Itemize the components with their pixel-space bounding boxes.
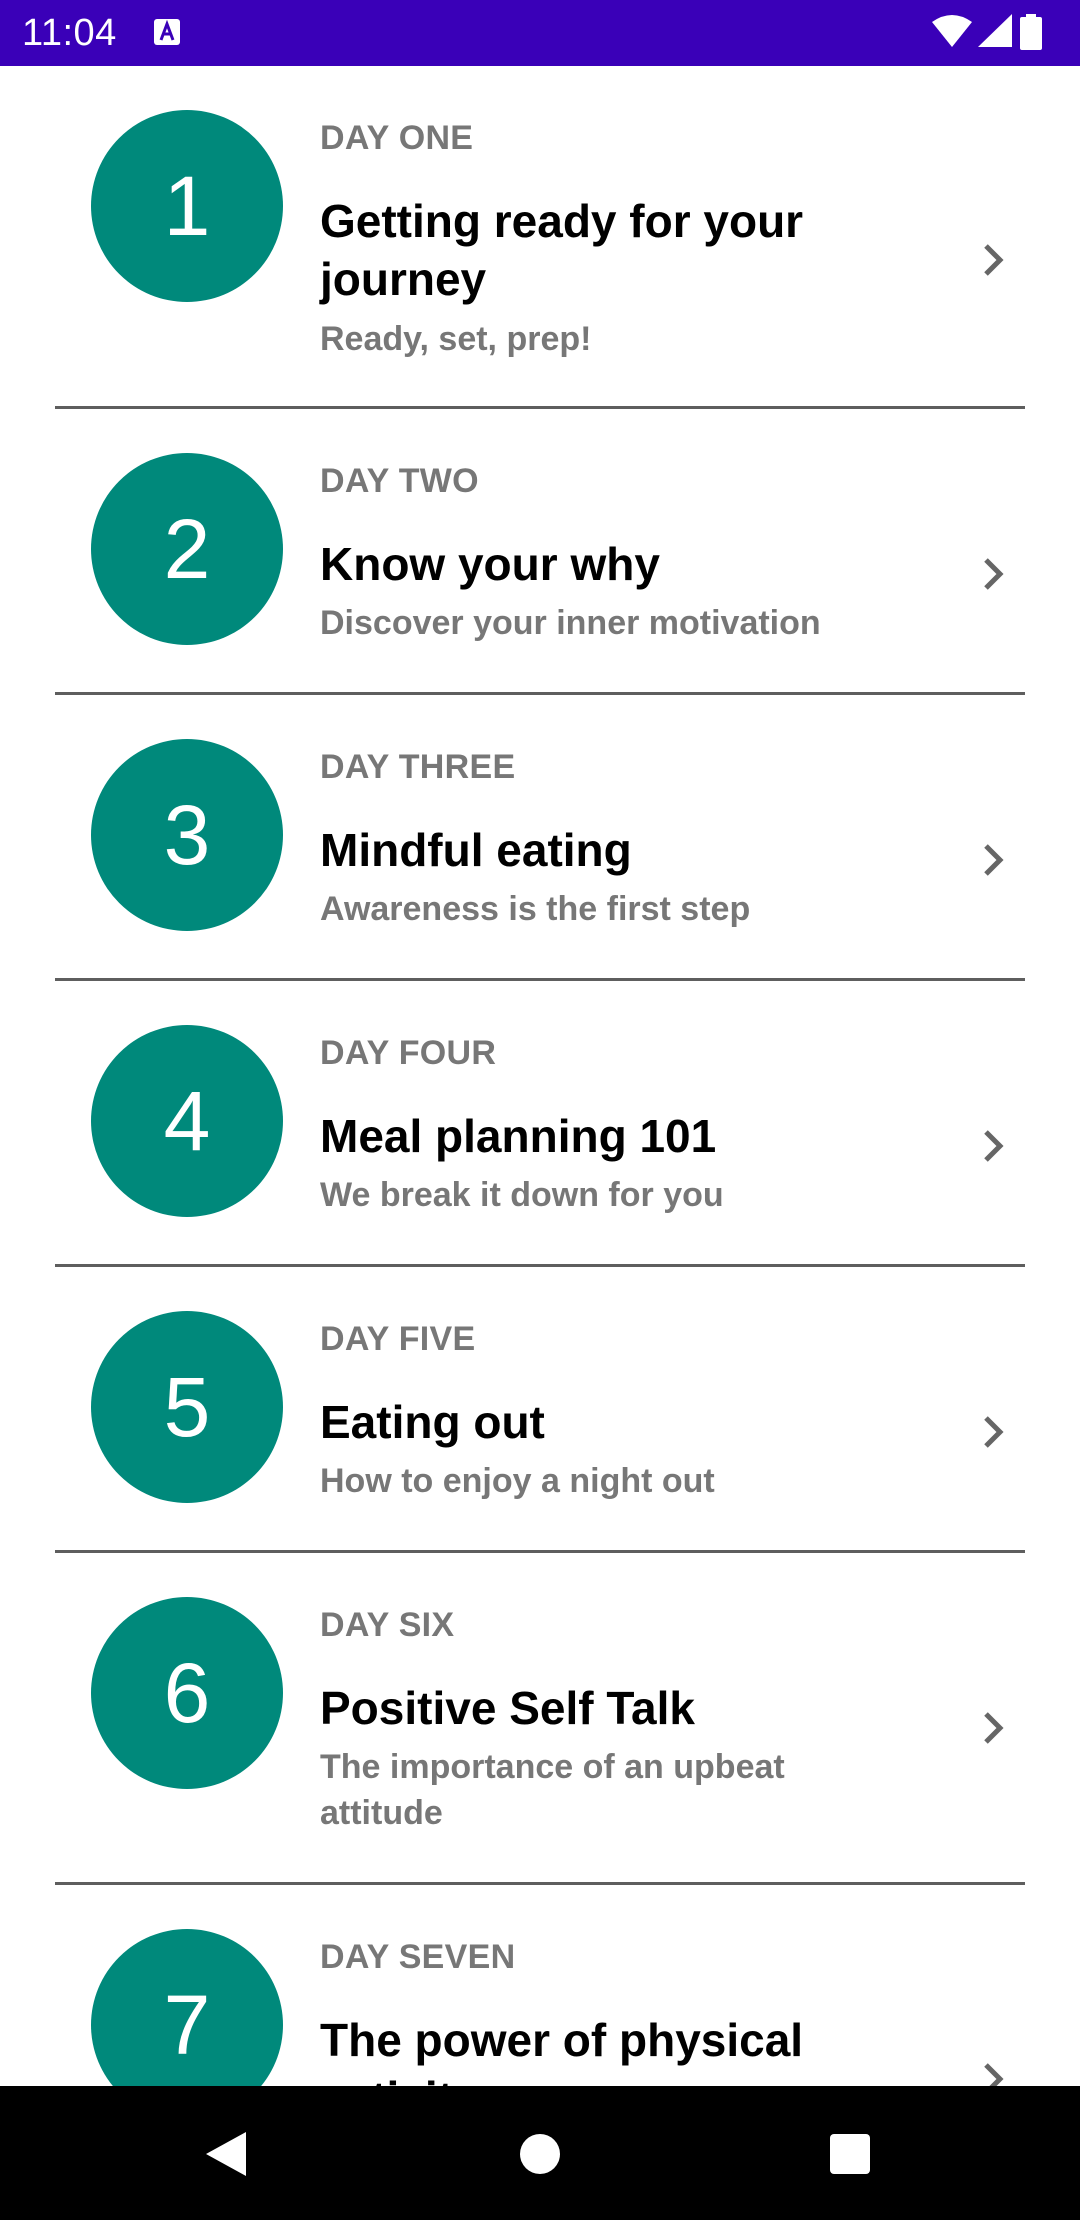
- list-item[interactable]: 2 DAY TWO Know your why Discover your in…: [0, 409, 1080, 693]
- item-title: Meal planning 101: [320, 1110, 717, 1162]
- battery-icon: [1020, 14, 1042, 50]
- day-number-badge: 5: [91, 1311, 283, 1503]
- item-title: Positive Self Talk: [320, 1682, 695, 1734]
- item-title: Eating out: [320, 1396, 545, 1448]
- keyboard-a-icon: [154, 19, 180, 45]
- signal-icon: [978, 14, 1012, 47]
- day-label: DAY THREE: [320, 748, 516, 786]
- chevron-right-icon: [984, 1416, 1004, 1448]
- chevron-right-icon: [984, 1130, 1004, 1162]
- status-bar: 11:04: [0, 0, 1080, 66]
- recents-icon[interactable]: [828, 2132, 872, 2176]
- home-icon[interactable]: [518, 2132, 562, 2176]
- list-item[interactable]: 7 DAY SEVEN The power of physical activi…: [0, 1885, 1080, 2086]
- item-title: Getting ready for your journey: [320, 195, 804, 305]
- wifi-icon: [932, 15, 972, 47]
- chevron-right-icon: [984, 244, 1004, 276]
- day-label: DAY SEVEN: [320, 1938, 516, 1976]
- day-label: DAY ONE: [320, 119, 474, 157]
- item-subtitle: Discover your inner motivation: [320, 604, 821, 642]
- item-subtitle: Ready, set, prep!: [320, 320, 592, 358]
- day-number-badge: 3: [91, 739, 283, 931]
- item-subtitle: We break it down for you: [320, 1176, 724, 1214]
- item-title: Know your why: [320, 538, 660, 590]
- chevron-right-icon: [984, 2063, 1004, 2086]
- day-number-badge: 7: [91, 1929, 283, 2086]
- list-item[interactable]: 3 DAY THREE Mindful eating Awareness is …: [0, 695, 1080, 979]
- list-item[interactable]: 4 DAY FOUR Meal planning 101 We break it…: [0, 981, 1080, 1265]
- day-number-badge: 4: [91, 1025, 283, 1217]
- day-label: DAY FIVE: [320, 1320, 476, 1358]
- chevron-right-icon: [984, 1712, 1004, 1744]
- list-item[interactable]: 5 DAY FIVE Eating out How to enjoy a nig…: [0, 1267, 1080, 1551]
- back-icon[interactable]: [202, 2130, 248, 2178]
- day-label: DAY TWO: [320, 462, 479, 500]
- day-number-badge: 1: [91, 110, 283, 302]
- day-list: 1 DAY ONE Getting ready for your journey…: [0, 66, 1080, 2086]
- item-subtitle: How to enjoy a night out: [320, 1462, 715, 1500]
- day-number-badge: 2: [91, 453, 283, 645]
- day-label: DAY FOUR: [320, 1034, 497, 1072]
- item-title: Mindful eating: [320, 824, 632, 876]
- item-subtitle: Awareness is the first step: [320, 890, 751, 928]
- day-label: DAY SIX: [320, 1606, 455, 1644]
- status-time: 11:04: [22, 12, 117, 54]
- chevron-right-icon: [984, 558, 1004, 590]
- item-subtitle: The importance of an upbeat attitude: [320, 1748, 785, 1832]
- chevron-right-icon: [984, 844, 1004, 876]
- item-title: The power of physical activity: [320, 2014, 804, 2086]
- list-item[interactable]: 1 DAY ONE Getting ready for your journey…: [0, 66, 1080, 408]
- navigation-bar: [0, 2086, 1080, 2220]
- list-item[interactable]: 6 DAY SIX Positive Self Talk The importa…: [0, 1553, 1080, 1884]
- day-number-badge: 6: [91, 1597, 283, 1789]
